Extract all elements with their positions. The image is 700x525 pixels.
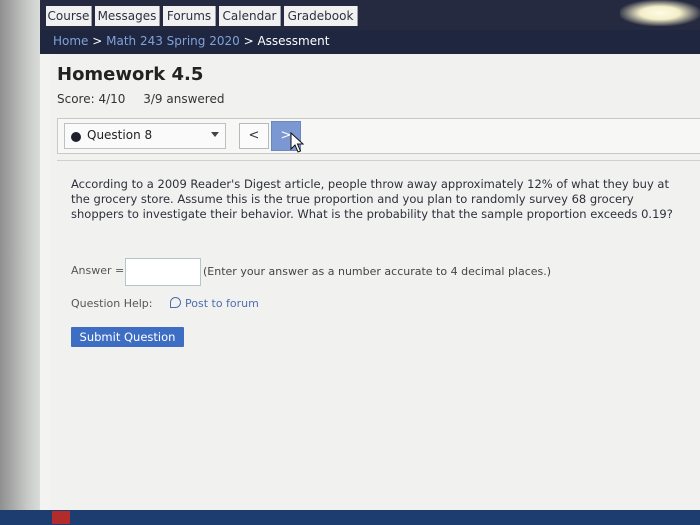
score-line: Score: 4/10 3/9 answered	[57, 92, 238, 106]
screen-bezel	[0, 0, 40, 525]
tab-calendar[interactable]: Calendar	[219, 6, 281, 26]
breadcrumb-separator: >	[239, 34, 258, 48]
question-text: According to a 2009 Reader's Digest arti…	[71, 177, 673, 221]
assessment-panel: Homework 4.5 Score: 4/10 3/9 answered Qu…	[50, 54, 700, 510]
question-nav-bar: Question 8 < >	[57, 118, 700, 154]
chevron-down-icon	[211, 132, 219, 137]
tab-gradebook[interactable]: Gradebook	[284, 6, 358, 26]
browser-page: Course Messages Forums Calendar Gradeboo…	[40, 0, 700, 510]
submit-question-button[interactable]: Submit Question	[71, 327, 184, 347]
answered-count: 3/9 answered	[143, 92, 225, 106]
top-nav-bar: Course Messages Forums Calendar Gradeboo…	[40, 0, 700, 30]
breadcrumb-separator: >	[88, 34, 107, 48]
question-body: According to a 2009 Reader's Digest arti…	[57, 160, 700, 491]
score-text: Score: 4/10	[57, 92, 126, 106]
taskbar	[0, 510, 700, 525]
speech-bubble-icon	[170, 297, 181, 308]
taskbar-app-icon[interactable]	[52, 511, 70, 524]
screen-glare	[620, 0, 700, 26]
mouse-pointer-icon	[290, 132, 305, 153]
answer-label: Answer =	[71, 264, 125, 277]
question-select[interactable]: Question 8	[64, 123, 226, 149]
breadcrumb-course-link[interactable]: Math 243 Spring 2020	[106, 34, 240, 48]
question-select-label: Question 8	[87, 128, 153, 142]
post-to-forum-label: Post to forum	[185, 297, 259, 310]
breadcrumb-home-link[interactable]: Home	[53, 34, 88, 48]
breadcrumb-current: Assessment	[257, 34, 330, 48]
question-status-dot-icon	[71, 132, 81, 142]
breadcrumb: Home > Math 243 Spring 2020 > Assessment	[53, 34, 329, 48]
question-help-label: Question Help:	[71, 297, 153, 310]
post-to-forum-link[interactable]: Post to forum	[170, 297, 259, 310]
tab-messages[interactable]: Messages	[95, 6, 160, 26]
previous-question-button[interactable]: <	[239, 123, 269, 149]
answer-hint: (Enter your answer as a number accurate …	[203, 265, 552, 278]
answer-input[interactable]	[125, 258, 201, 286]
page-title: Homework 4.5	[57, 64, 204, 85]
tab-course[interactable]: Course	[46, 6, 92, 26]
breadcrumb-bar: Home > Math 243 Spring 2020 > Assessment	[40, 30, 700, 54]
tab-forums[interactable]: Forums	[163, 6, 216, 26]
